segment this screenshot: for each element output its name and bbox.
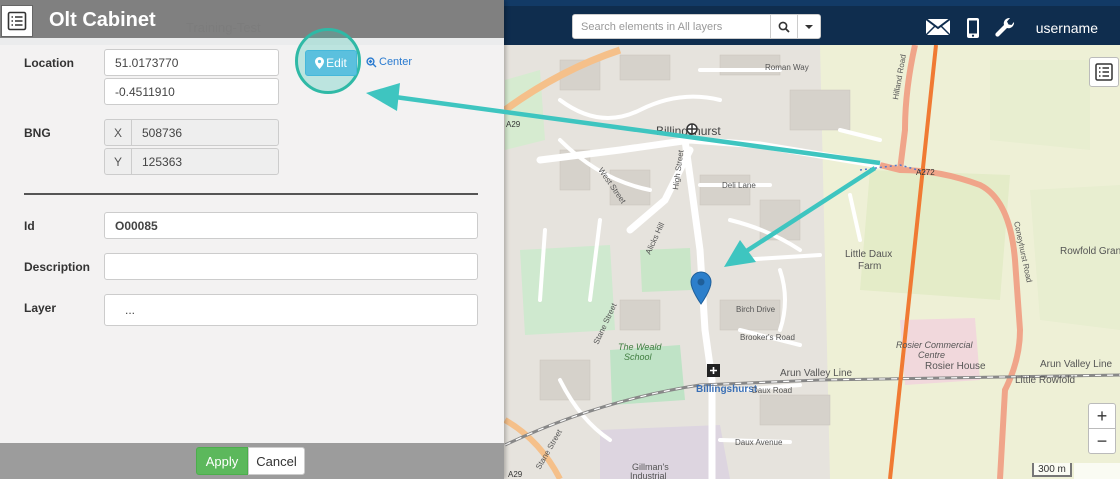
map-label-rosier-commercial: Rosier Commercial <box>896 340 974 350</box>
search-box <box>572 14 821 39</box>
map-label-farm: Farm <box>858 261 881 272</box>
caret-down-icon <box>805 24 813 29</box>
center-link-label: Center <box>379 56 413 68</box>
cancel-button[interactable]: Cancel <box>248 447 305 475</box>
bng-x-addon: X <box>104 119 132 146</box>
latitude-input[interactable]: 51.0173770 <box>104 49 279 76</box>
zoom-in-icon <box>366 56 377 67</box>
mobile-phone-icon <box>967 18 979 38</box>
longitude-input[interactable]: -0.4511910 <box>104 78 279 105</box>
map-label-daux-road: Daux Road <box>752 386 792 395</box>
list-icon <box>1095 63 1113 81</box>
bng-label: BNG <box>24 126 51 140</box>
map-label-little-daux: Little Daux <box>845 249 892 260</box>
envelope-icon <box>925 18 951 36</box>
map-label-daux-avenue: Daux Avenue <box>735 438 783 447</box>
bng-y-addon: Y <box>104 148 132 175</box>
map-label-deli-lane: Deli Lane <box>722 181 756 190</box>
search-icon <box>778 21 790 33</box>
map-label-a272: A272 <box>916 168 935 177</box>
map-label-billingshurst-station: Billingshurst <box>696 384 758 395</box>
map-label-a29-bottom: A29 <box>508 470 523 479</box>
railway-station-icon <box>707 364 720 377</box>
layer-select[interactable]: ... <box>104 294 478 326</box>
map-label-centre: Centre <box>918 350 945 360</box>
center-map-link[interactable]: Center <box>366 56 412 68</box>
environment-watermark: Training-Test <box>186 20 261 35</box>
id-input[interactable]: O00085 <box>104 212 478 239</box>
search-button[interactable] <box>770 15 797 38</box>
map-label-weald: The Weald <box>618 342 662 352</box>
panel-menu-button[interactable] <box>1 5 33 37</box>
map-label-arun-valley-line: Arun Valley Line <box>780 368 853 379</box>
zoom-in-button[interactable]: + <box>1088 403 1116 429</box>
apply-button[interactable]: Apply <box>196 447 248 475</box>
layers-toggle-button[interactable] <box>1089 57 1119 87</box>
map-label-rowfold-grange: Rowfold Grange <box>1060 246 1120 257</box>
mail-button[interactable] <box>925 17 951 37</box>
map-label-arun-valley-line-2: Arun Valley Line <box>1040 359 1113 370</box>
layer-label: Layer <box>24 301 57 315</box>
id-label: Id <box>24 219 35 233</box>
edit-button-label: Edit <box>326 56 347 70</box>
map-label-school: School <box>624 352 653 362</box>
panel-title: Olt Cabinet <box>49 9 156 31</box>
map-label-birch-drive: Birch Drive <box>736 305 776 314</box>
element-edit-panel: Olt Cabinet Training-Test Location 51.01… <box>0 0 504 479</box>
map-attribution <box>1074 463 1120 479</box>
description-input[interactable] <box>104 253 478 280</box>
edit-location-button[interactable]: Edit <box>305 50 357 76</box>
map-label-a29: A29 <box>506 120 521 129</box>
map-label-brookers-road: Brooker's Road <box>740 333 795 342</box>
tools-button[interactable] <box>994 17 1016 39</box>
location-label: Location <box>24 56 74 70</box>
section-divider <box>24 193 478 195</box>
bng-x-value: 508736 <box>131 119 279 146</box>
search-scope-dropdown[interactable] <box>797 15 820 38</box>
search-input[interactable] <box>573 15 770 38</box>
map-label-rosier-house: Rosier House <box>925 361 986 372</box>
description-label: Description <box>24 260 91 274</box>
mobile-button[interactable] <box>966 17 980 39</box>
zoom-out-button[interactable]: − <box>1088 428 1116 454</box>
map-marker-icon <box>315 57 325 69</box>
map-label-roman-way: Roman Way <box>765 63 809 72</box>
map-scale-bar: 300 m <box>1032 463 1072 477</box>
list-icon <box>7 11 27 31</box>
username-menu[interactable]: username <box>1036 20 1098 36</box>
map-label-industrial: Industrial <box>630 471 667 479</box>
bng-y-value: 125363 <box>131 148 279 175</box>
wrench-icon <box>995 17 1015 37</box>
map-label-little-rowfold: Little Rowfold <box>1015 375 1075 386</box>
church-icon <box>686 123 698 135</box>
